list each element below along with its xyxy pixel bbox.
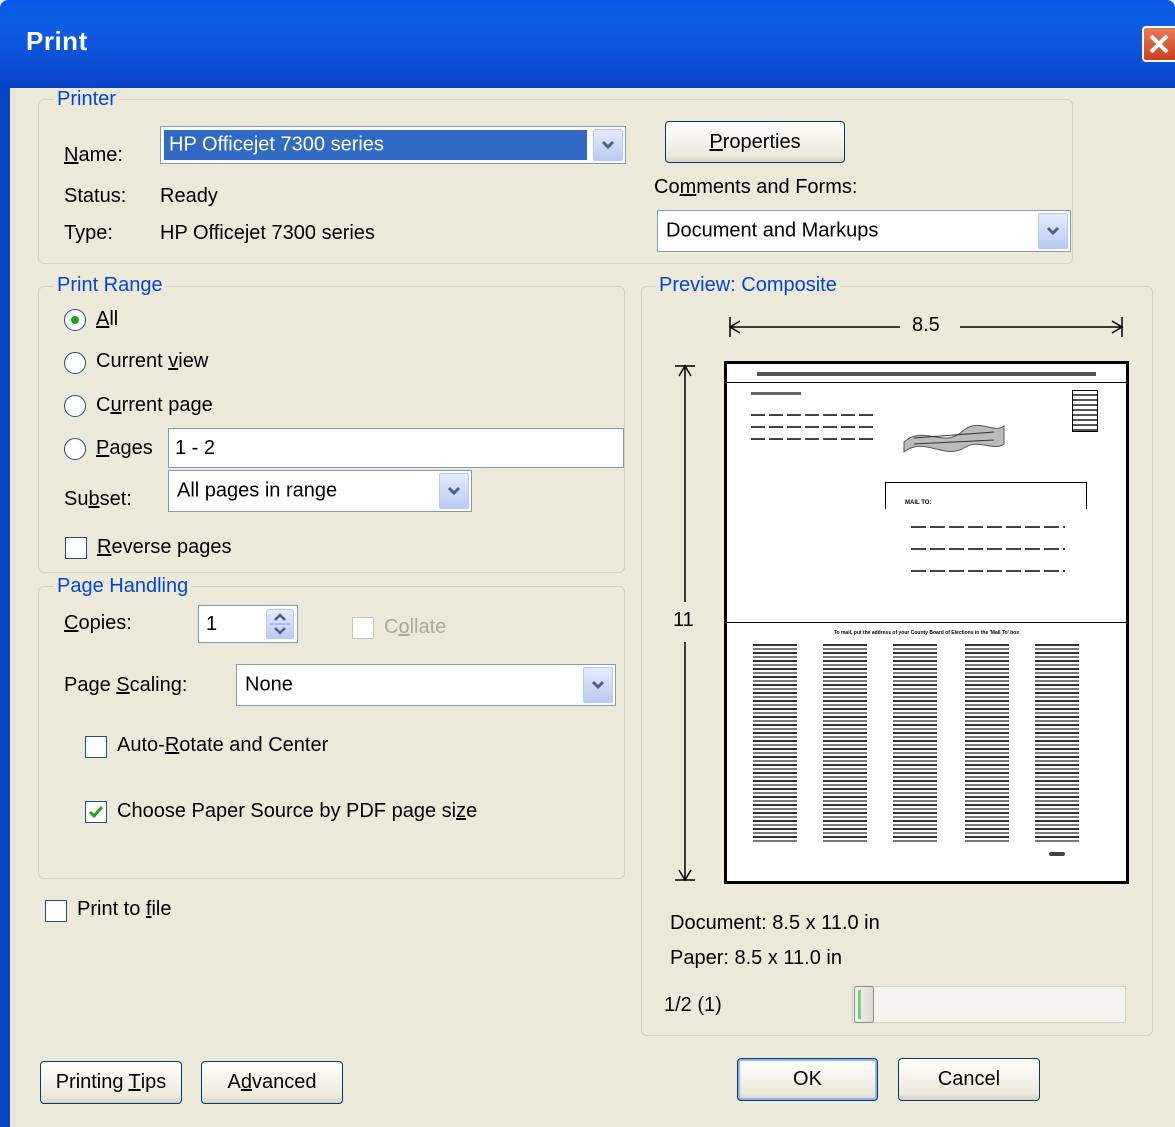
printer-type-label: Type: (64, 222, 113, 244)
copies-spinner[interactable] (266, 609, 294, 639)
spinner-arrows-icon (270, 613, 290, 635)
county-list-col-2 (823, 644, 867, 844)
close-button[interactable] (1142, 26, 1175, 62)
printer-group-label: Printer (54, 88, 119, 111)
current-page-label: Current page (96, 394, 213, 416)
page-scaling-label: Page Scaling: (64, 674, 188, 696)
copies-label: Copies: (64, 612, 132, 634)
slider-thumb[interactable] (854, 986, 874, 1023)
printer-name-value: HP Officejet 7300 series (169, 133, 384, 156)
county-list-col-4 (965, 644, 1009, 844)
advanced-button[interactable]: Ad vanced (201, 1061, 343, 1104)
subset-select[interactable]: All pages in range (168, 470, 472, 512)
paper-source-label: Choose Paper Source by PDF page size (117, 800, 478, 822)
height-label: 11 (673, 609, 694, 631)
current-page-radio[interactable] (64, 395, 86, 417)
current-view-label: Current view (96, 350, 209, 372)
radio-selected-dot (71, 316, 79, 324)
current-view-radio[interactable] (64, 352, 86, 374)
copies-input[interactable]: 1 (198, 605, 298, 643)
page-handling-group-label: Page Handling (54, 575, 192, 598)
document-size: Document: 8.5 x 11.0 in (670, 912, 880, 934)
print-to-file-checkbox[interactable] (45, 900, 67, 922)
printing-tips-button[interactable]: Printing Tips (40, 1061, 182, 1104)
page-header-line (757, 372, 1096, 376)
auto-rotate-label: Auto-Rotate and Center (117, 734, 329, 756)
comments-forms-select[interactable]: Document and Markups (657, 210, 1071, 252)
paper-size: Paper: 8.5 x 11.0 in (670, 947, 842, 969)
comments-forms-label: Comments and Forms: (654, 176, 858, 198)
title-bar[interactable] (0, 0, 1175, 88)
subset-label: Subset: (64, 488, 132, 510)
pages-label: Pages (96, 437, 153, 459)
pages-radio[interactable] (64, 438, 86, 460)
comments-forms-dropdown-arrow[interactable] (1038, 213, 1068, 249)
pages-input[interactable]: 1 - 2 (168, 428, 624, 468)
flag-logo (903, 424, 1005, 454)
page-scaling-dropdown-arrow[interactable] (583, 667, 613, 703)
county-list-col-5 (1035, 644, 1079, 844)
printer-type-value: HP Officejet 7300 series (160, 222, 375, 244)
page-fold-line (727, 622, 1126, 623)
close-icon (1149, 34, 1169, 54)
window-frame-left (0, 88, 10, 1127)
copies-value: 1 (206, 613, 218, 635)
page-indicator: 1/2 (1) (664, 994, 722, 1016)
printer-name-select[interactable]: HP Officejet 7300 series (160, 126, 626, 164)
checkmark-icon (88, 806, 104, 819)
preview-page: MAIL TO: To mail, put the address of you… (724, 361, 1129, 884)
printer-status-label: Status: (64, 185, 127, 207)
page-scaling-value: None (245, 673, 293, 696)
page-scaling-select[interactable]: None (236, 664, 616, 706)
paper-source-checkbox[interactable] (85, 801, 107, 823)
county-list-col-1 (753, 644, 797, 844)
printer-name-label: Name: (64, 144, 123, 166)
preview-page-slider[interactable] (852, 986, 1126, 1023)
chevron-down-icon (1046, 226, 1060, 236)
subset-value: All pages in range (177, 479, 338, 502)
pages-input-value: 1 - 2 (175, 437, 216, 459)
window-title: Print (26, 26, 88, 56)
page-instruction-text: To mail, put the address of your County … (833, 630, 1020, 636)
printer-name-dropdown-arrow[interactable] (593, 129, 623, 161)
comments-forms-value: Document and Markups (666, 219, 879, 242)
all-radio-label: All (96, 308, 119, 330)
print-to-file-label: Print to file (77, 898, 172, 920)
preview-group-label: Preview: Composite (656, 274, 840, 297)
width-label: 8.5 (912, 314, 940, 336)
auto-rotate-checkbox[interactable] (85, 736, 107, 758)
properties-button[interactable]: Properties (665, 121, 845, 163)
ok-button[interactable]: OK (737, 1058, 878, 1101)
all-radio[interactable] (64, 309, 86, 331)
reverse-pages-label: Reverse pages (97, 536, 232, 558)
chevron-down-icon (601, 140, 615, 150)
print-range-group-label: Print Range (54, 274, 166, 297)
chevron-down-icon (591, 680, 605, 690)
printer-status-value: Ready (160, 185, 218, 207)
collate-label: Collate (384, 616, 447, 638)
cancel-button[interactable]: Cancel (898, 1058, 1040, 1101)
subset-dropdown-arrow[interactable] (439, 473, 469, 509)
reverse-pages-checkbox[interactable] (65, 537, 87, 559)
stamp-box (1072, 390, 1098, 432)
mail-to-label: MAIL TO: (905, 500, 932, 506)
collate-checkbox[interactable] (352, 617, 374, 639)
county-list-col-3 (893, 644, 937, 844)
chevron-down-icon (447, 486, 461, 496)
